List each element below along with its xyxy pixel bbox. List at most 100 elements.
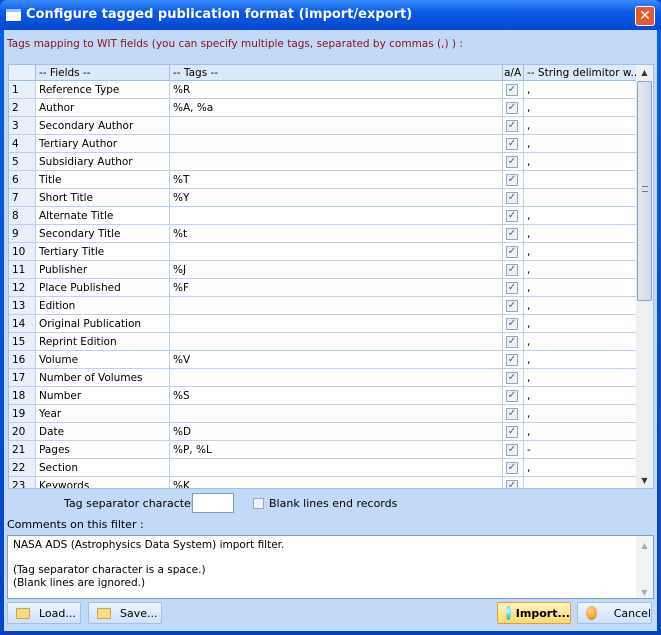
checkbox-icon[interactable]: ✓ <box>506 138 518 150</box>
table-row[interactable]: 15 Reprint Edition ✓ , <box>9 333 637 351</box>
table-row[interactable]: 10 Tertiary Title ✓ , <box>9 243 637 261</box>
case-cell[interactable]: ✓ <box>503 135 524 152</box>
field-cell[interactable]: Author <box>36 99 170 116</box>
comments-textarea[interactable]: NASA ADS (Astrophysics Data System) impo… <box>7 535 654 599</box>
checkbox-icon[interactable]: ✓ <box>506 102 518 114</box>
scroll-up-icon[interactable]: ▲ <box>636 68 653 77</box>
checkbox-icon[interactable]: ✓ <box>506 408 518 420</box>
delimiter-cell[interactable] <box>524 477 637 488</box>
table-row[interactable]: 20 Date %D ✓ , <box>9 423 637 441</box>
header-case[interactable]: a/A <box>503 65 524 80</box>
case-cell[interactable]: ✓ <box>503 207 524 224</box>
tags-cell[interactable]: %t <box>170 225 503 242</box>
delimiter-cell[interactable] <box>524 171 637 188</box>
checkbox-icon[interactable]: ✓ <box>506 444 518 456</box>
tags-cell[interactable] <box>170 369 503 386</box>
separator-input[interactable] <box>192 493 234 513</box>
case-cell[interactable]: ✓ <box>503 405 524 422</box>
delimiter-cell[interactable]: , <box>524 81 637 98</box>
checkbox-icon[interactable]: ✓ <box>506 228 518 240</box>
tags-cell[interactable] <box>170 315 503 332</box>
case-cell[interactable]: ✓ <box>503 189 524 206</box>
tags-cell[interactable] <box>170 459 503 476</box>
tags-cell[interactable] <box>170 117 503 134</box>
case-cell[interactable]: ✓ <box>503 261 524 278</box>
case-cell[interactable]: ✓ <box>503 117 524 134</box>
delimiter-cell[interactable]: , <box>524 333 637 350</box>
delimiter-cell[interactable] <box>524 189 637 206</box>
table-row[interactable]: 1 Reference Type %R ✓ , <box>9 81 637 99</box>
field-cell[interactable]: Reference Type <box>36 81 170 98</box>
table-row[interactable]: 23 Keywords %K ✓ <box>9 477 637 488</box>
header-delimiter[interactable]: -- String delimitor w... <box>524 65 637 80</box>
checkbox-icon[interactable]: ✓ <box>506 390 518 402</box>
delimiter-cell[interactable]: , <box>524 243 637 260</box>
field-cell[interactable]: Secondary Author <box>36 117 170 134</box>
tags-cell[interactable]: %K <box>170 477 503 488</box>
cancel-button[interactable]: Cancel <box>577 602 652 624</box>
tags-cell[interactable]: %T <box>170 171 503 188</box>
table-row[interactable]: 6 Title %T ✓ <box>9 171 637 189</box>
field-cell[interactable]: Subsidiary Author <box>36 153 170 170</box>
table-row[interactable]: 21 Pages %P, %L ✓ - <box>9 441 637 459</box>
delimiter-cell[interactable]: , <box>524 387 637 404</box>
tags-cell[interactable] <box>170 297 503 314</box>
table-row[interactable]: 3 Secondary Author ✓ , <box>9 117 637 135</box>
checkbox-icon[interactable]: ✓ <box>506 84 518 96</box>
tags-cell[interactable]: %D <box>170 423 503 440</box>
delimiter-cell[interactable]: , <box>524 117 637 134</box>
table-row[interactable]: 7 Short Title %Y ✓ <box>9 189 637 207</box>
case-cell[interactable]: ✓ <box>503 423 524 440</box>
field-cell[interactable]: Alternate Title <box>36 207 170 224</box>
case-cell[interactable]: ✓ <box>503 279 524 296</box>
field-cell[interactable]: Volume <box>36 351 170 368</box>
checkbox-icon[interactable]: ✓ <box>506 192 518 204</box>
import-button[interactable]: Import... <box>497 602 571 624</box>
field-cell[interactable]: Edition <box>36 297 170 314</box>
checkbox-icon[interactable]: ✓ <box>506 426 518 438</box>
delimiter-cell[interactable]: , <box>524 279 637 296</box>
tags-cell[interactable] <box>170 153 503 170</box>
tags-cell[interactable]: %P, %L <box>170 441 503 458</box>
field-cell[interactable]: Place Published <box>36 279 170 296</box>
grid-scrollbar[interactable]: ▲ ▼ <box>636 65 653 488</box>
table-row[interactable]: 13 Edition ✓ , <box>9 297 637 315</box>
case-cell[interactable]: ✓ <box>503 369 524 386</box>
tags-cell[interactable] <box>170 405 503 422</box>
title-bar[interactable]: Configure tagged publication format (imp… <box>0 0 661 30</box>
checkbox-icon[interactable]: ✓ <box>506 462 518 474</box>
field-cell[interactable]: Date <box>36 423 170 440</box>
tags-cell[interactable] <box>170 243 503 260</box>
tags-cell[interactable]: %Y <box>170 189 503 206</box>
tags-cell[interactable] <box>170 207 503 224</box>
delimiter-cell[interactable]: , <box>524 423 637 440</box>
case-cell[interactable]: ✓ <box>503 153 524 170</box>
checkbox-icon[interactable]: ✓ <box>506 210 518 222</box>
table-row[interactable]: 4 Tertiary Author ✓ , <box>9 135 637 153</box>
case-cell[interactable]: ✓ <box>503 387 524 404</box>
tags-cell[interactable]: %S <box>170 387 503 404</box>
delimiter-cell[interactable]: , <box>524 315 637 332</box>
tags-cell[interactable]: %V <box>170 351 503 368</box>
case-cell[interactable]: ✓ <box>503 477 524 488</box>
table-row[interactable]: 19 Year ✓ , <box>9 405 637 423</box>
checkbox-icon[interactable]: ✓ <box>506 174 518 186</box>
close-button[interactable]: ✕ <box>635 6 655 26</box>
field-cell[interactable]: Short Title <box>36 189 170 206</box>
delimiter-cell[interactable]: , <box>524 459 637 476</box>
case-cell[interactable]: ✓ <box>503 351 524 368</box>
case-cell[interactable]: ✓ <box>503 333 524 350</box>
case-cell[interactable]: ✓ <box>503 459 524 476</box>
checkbox-icon[interactable]: ✓ <box>506 336 518 348</box>
delimiter-cell[interactable]: , <box>524 207 637 224</box>
checkbox-icon[interactable]: ✓ <box>506 156 518 168</box>
delimiter-cell[interactable]: , <box>524 369 637 386</box>
table-row[interactable]: 22 Section ✓ , <box>9 459 637 477</box>
field-cell[interactable]: Number <box>36 387 170 404</box>
case-cell[interactable]: ✓ <box>503 441 524 458</box>
table-row[interactable]: 2 Author %A, %a ✓ , <box>9 99 637 117</box>
table-row[interactable]: 17 Number of Volumes ✓ , <box>9 369 637 387</box>
table-row[interactable]: 14 Original Publication ✓ , <box>9 315 637 333</box>
table-row[interactable]: 11 Publisher %J ✓ , <box>9 261 637 279</box>
field-cell[interactable]: Publisher <box>36 261 170 278</box>
